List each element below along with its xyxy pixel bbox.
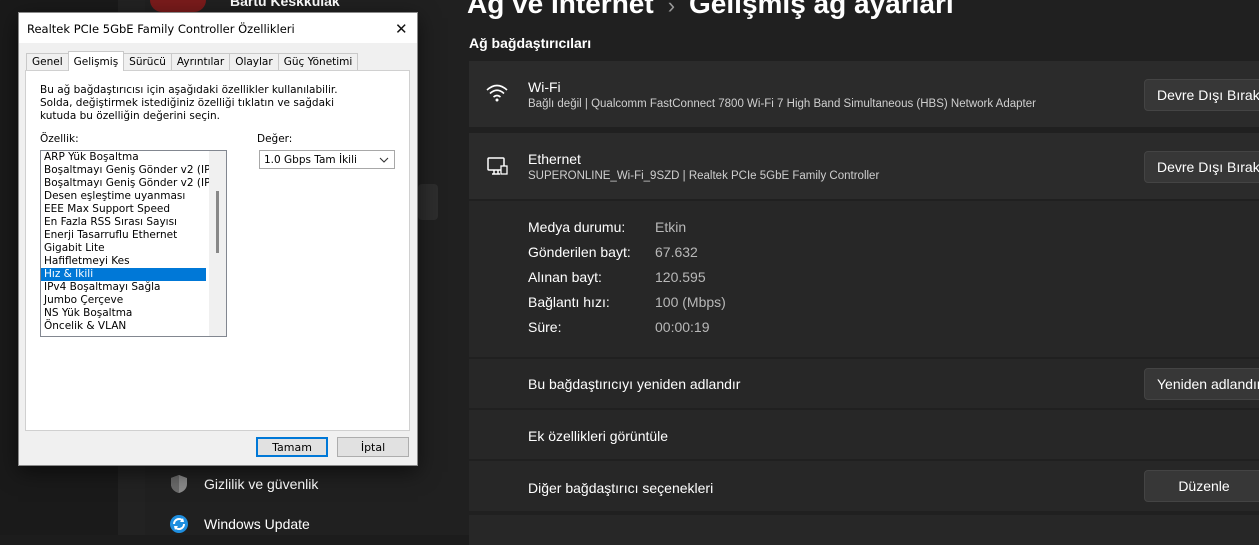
edit-button[interactable]: Düzenle	[1144, 470, 1259, 502]
prop-bytes-received: Alınan bayt: 120.595	[528, 269, 706, 285]
list-item[interactable]: NS Yük Boşaltma	[41, 307, 206, 320]
value-dropdown[interactable]: 1.0 Gbps Tam İkili	[259, 150, 395, 169]
rename-button[interactable]: Yeniden adlandır	[1144, 368, 1259, 400]
ethernet-properties-panel: Medya durumu: Etkin Gönderilen bayt: 67.63…	[469, 201, 1259, 357]
breadcrumb-current: Gelişmiş ağ ayarları	[689, 0, 954, 19]
ethernet-adapter-name: Ethernet	[528, 151, 581, 167]
list-scrollbar[interactable]	[209, 151, 226, 336]
description-text: Bu ağ bağdaştırıcısı için aşağıdaki özel…	[40, 84, 338, 122]
user-name: Bartu Keskkülak	[230, 0, 340, 9]
more-options-row: Diğer bağdaştırıcı seçenekleri Düzenle	[469, 461, 1259, 511]
value-dropdown-text: 1.0 Gbps Tam İkili	[264, 154, 357, 166]
nav-selected-highlight	[418, 184, 438, 220]
tab-advanced[interactable]: Gelişmiş	[67, 51, 125, 71]
rename-adapter-label: Bu bağdaştırıcıyı yeniden adlandır	[528, 376, 741, 392]
value-label: Değer:	[257, 133, 293, 145]
ethernet-icon	[486, 156, 508, 183]
list-item[interactable]: Boşaltmayı Geniş Gönder v2 (IPv4)	[41, 164, 226, 177]
next-row	[469, 515, 1259, 545]
close-icon[interactable]: ✕	[395, 20, 408, 38]
section-title: Ağ bağdaştırıcıları	[469, 35, 592, 51]
wifi-adapter-card[interactable]: Wi-Fi Bağlı değil | Qualcomm FastConnect…	[469, 61, 1259, 127]
dialog-title: Realtek PCIe 5GbE Family Controller Özel…	[27, 22, 295, 36]
wifi-icon	[486, 83, 508, 108]
tab-events[interactable]: Olaylar	[229, 53, 279, 71]
dialog-titlebar[interactable]: Realtek PCIe 5GbE Family Controller Özel…	[19, 13, 417, 43]
list-item[interactable]: Boşaltmayı Geniş Gönder v2 (IPv6)	[41, 177, 226, 190]
list-item[interactable]: Enerji Tasarruflu Ethernet	[41, 229, 206, 242]
breadcrumb-separator-icon: ›	[667, 0, 676, 18]
prop-bytes-sent: Gönderilen bayt: 67.632	[528, 244, 698, 260]
view-properties-label: Ek özellikleri görüntüle	[528, 428, 669, 444]
wifi-adapter-name: Wi-Fi	[528, 79, 561, 95]
tab-power-management[interactable]: Güç Yönetimi	[277, 53, 359, 71]
list-item[interactable]: Hafifletmeyi Kes	[41, 255, 206, 268]
scrollbar-thumb[interactable]	[216, 191, 219, 253]
nav-item-label: Gizlilik ve güvenlik	[204, 476, 319, 492]
advanced-tab-panel: Bu ağ bağdaştırıcısı için aşağıdaki özel…	[25, 70, 410, 431]
chevron-down-icon	[379, 151, 389, 177]
list-item[interactable]: En Fazla RSS Sırası Sayısı	[41, 216, 206, 229]
tab-driver[interactable]: Sürücü	[123, 53, 172, 71]
nav-item-label: Windows Update	[204, 516, 310, 532]
nav-item-privacy[interactable]: Gizlilik ve güvenlik	[168, 472, 318, 496]
avatar	[150, 0, 206, 12]
list-item[interactable]: Jumbo Çerçeve	[41, 294, 206, 307]
list-item[interactable]: ARP Yük Boşaltma	[41, 151, 206, 164]
list-item-selected[interactable]: Hız & İkili	[41, 268, 206, 281]
disable-ethernet-button[interactable]: Devre Dışı Bırak	[1144, 151, 1259, 183]
page-title: Ağ ve İnternet › Gelişmiş ağ ayarları	[467, 0, 954, 20]
list-item[interactable]: Desen eşleştime uyanması	[41, 190, 206, 203]
more-options-label: Diğer bağdaştırıcı seçenekleri	[528, 480, 714, 496]
property-list[interactable]: ARP Yük Boşaltma Boşaltmayı Geniş Gönder…	[40, 150, 227, 337]
adapter-properties-dialog: Realtek PCIe 5GbE Family Controller Özel…	[18, 12, 418, 466]
tab-details[interactable]: Ayrıntılar	[170, 53, 231, 71]
nav-item-windows-update[interactable]: Windows Update	[168, 512, 310, 536]
ethernet-adapter-detail: SUPERONLINE_Wi-Fi_9SZD | Realtek PCIe 5G…	[528, 170, 880, 182]
list-item[interactable]: EEE Max Support Speed	[41, 203, 206, 216]
prop-link-speed: Bağlantı hızı: 100 (Mbps)	[528, 294, 726, 310]
windows-update-icon	[168, 513, 190, 535]
list-item[interactable]: IPv4 Boşaltmayı Sağla	[41, 281, 206, 294]
breadcrumb-parent[interactable]: Ağ ve İnternet	[467, 0, 654, 19]
list-item[interactable]: Gigabit Lite	[41, 242, 206, 255]
view-properties-row[interactable]: Ek özellikleri görüntüle	[469, 410, 1259, 459]
dialog-tabs: Genel Gelişmiş Sürücü Ayrıntılar Olaylar…	[26, 51, 359, 71]
shield-icon	[168, 473, 190, 495]
prop-media-state: Medya durumu: Etkin	[528, 219, 687, 235]
list-item[interactable]: Öncelik & VLAN	[41, 320, 206, 333]
prop-duration: Süre: 00:00:19	[528, 319, 710, 335]
ok-button[interactable]: Tamam	[256, 437, 328, 457]
wifi-adapter-detail: Bağlı değil | Qualcomm FastConnect 7800 …	[528, 98, 1036, 110]
cancel-button[interactable]: İptal	[337, 437, 409, 457]
disable-wifi-button[interactable]: Devre Dışı Bırak	[1144, 79, 1259, 111]
tab-general[interactable]: Genel	[26, 53, 69, 71]
property-label: Özellik:	[40, 133, 79, 145]
rename-adapter-row: Bu bağdaştırıcıyı yeniden adlandır Yenid…	[469, 359, 1259, 408]
ethernet-adapter-card[interactable]: Ethernet SUPERONLINE_Wi-Fi_9SZD | Realte…	[469, 133, 1259, 199]
